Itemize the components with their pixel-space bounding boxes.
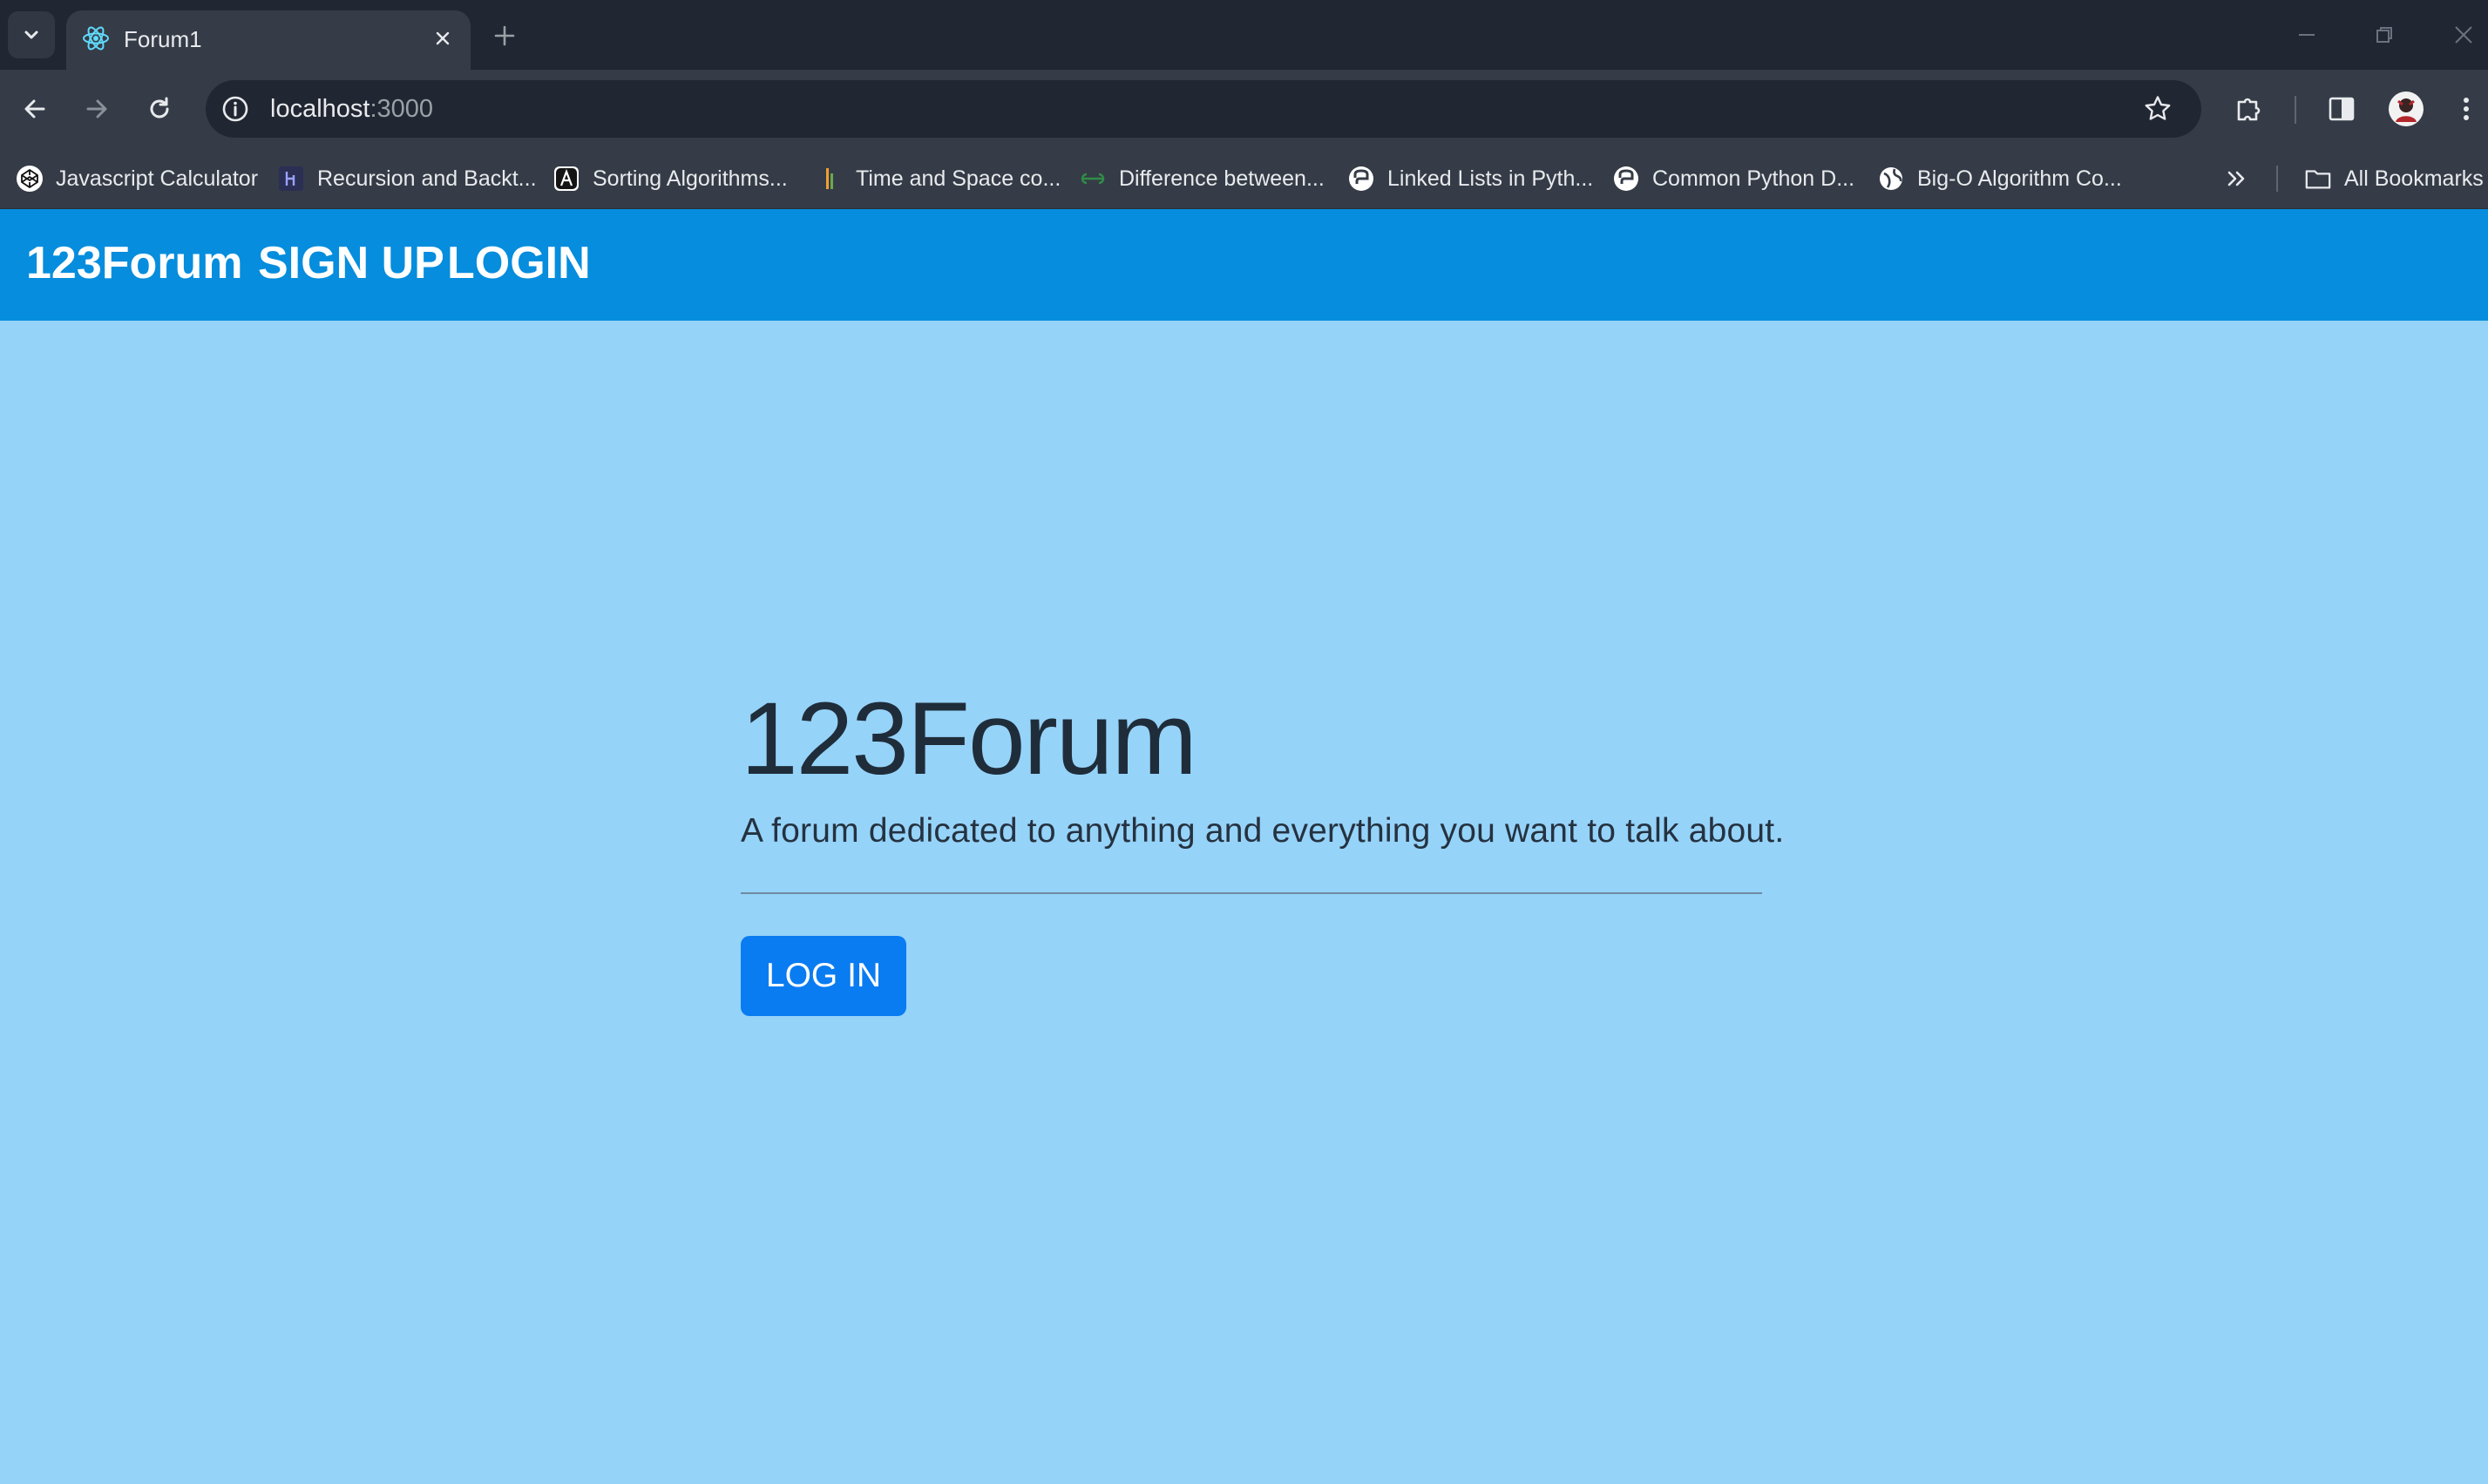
toolbar-divider [2295,96,2296,124]
codepen-icon [16,165,44,193]
browser-tabstrip: Forum1 [0,0,2488,70]
bookmark-recursion[interactable]: Recursion and Backt... [277,160,537,197]
close-icon [436,31,450,45]
forward-button[interactable] [75,87,119,131]
extensions-button[interactable] [2227,87,2271,131]
arrow-right-icon [86,99,107,119]
site-info-button[interactable] [218,91,253,126]
bookmarks-overflow-button[interactable] [2219,163,2254,194]
tab-title: Forum1 [124,26,202,52]
python-icon [1612,165,1640,193]
address-bar[interactable]: localhost:3000 [206,80,2201,138]
chevron-down-icon [24,30,38,39]
bookmark-label: Difference between... [1119,166,1325,191]
bookmark-label: Linked Lists in Pyth... [1387,166,1594,191]
bookmark-linked-lists[interactable]: Linked Lists in Pyth... [1347,160,1593,197]
tab-search-button[interactable] [8,11,55,58]
page-body: 123Forum A forum dedicated to anything a… [0,321,2488,1484]
new-tab-button[interactable] [486,17,523,54]
restore-button[interactable] [2365,16,2403,54]
hero-lead: A forum dedicated to anything and everyt… [741,811,1785,850]
arrow-left-icon [24,99,45,119]
reload-button[interactable] [138,87,181,131]
menu-button[interactable] [2444,87,2488,131]
bookmark-label: Javascript Calculator [56,166,259,191]
back-button[interactable] [13,87,57,131]
avatar [2389,91,2424,126]
minimize-button[interactable] [2288,16,2326,54]
bars-icon [816,165,844,193]
bookmark-sorting-algorithms[interactable]: Sorting Algorithms... [553,160,788,197]
bookmark-difference-between[interactable]: Difference between... [1079,160,1325,197]
bookmark-common-python[interactable]: Common Python D... [1612,160,1854,197]
all-bookmarks-label: All Bookmarks [2344,166,2484,191]
geeks-icon [1079,165,1107,193]
python-icon [1347,165,1375,193]
bookmark-javascript-calculator[interactable]: Javascript Calculator [16,160,258,197]
bookmark-label: Recursion and Backt... [317,166,537,191]
side-panel-button[interactable] [2320,87,2363,131]
app-navbar: 123Forum SIGN UP LOGIN [0,209,2488,321]
hackerrank-icon [277,165,305,193]
reload-icon [150,97,169,119]
bookmark-label: Big-O Algorithm Co... [1917,166,2122,191]
login-link[interactable]: LOGIN [447,237,591,289]
hero-divider [741,891,1762,894]
minimize-icon [2299,34,2315,36]
login-button[interactable]: LOG IN [741,935,906,1016]
bookmark-big-o[interactable]: Big-O Algorithm Co... [1877,160,2122,197]
bookmark-label: Common Python D... [1652,166,1855,191]
globe-icon [1877,165,1905,193]
signup-link[interactable]: SIGN UP [258,237,444,289]
more-vertical-icon [2464,98,2469,120]
url-host: localhost [270,95,370,123]
double-chevron-right-icon [2227,171,2245,186]
profile-button[interactable] [2384,87,2428,131]
url-text: localhost:3000 [270,95,433,124]
url-port: :3000 [369,95,434,123]
bookmarks-bar: Javascript Calculator Recursion and Back… [0,148,2488,209]
puzzle-icon [2237,98,2261,121]
folder-icon [2304,165,2332,193]
bookmark-time-space[interactable]: Time and Space co... [816,160,1061,197]
close-icon [2455,26,2472,44]
info-icon [222,96,248,122]
restore-icon [2376,27,2392,43]
side-panel-icon [2329,97,2355,121]
all-bookmarks-button[interactable]: All Bookmarks [2304,160,2484,197]
close-window-button[interactable] [2444,16,2483,54]
browser-toolbar: localhost:3000 [0,70,2488,148]
bookmark-label: Time and Space co... [856,166,1061,191]
hero-jumbotron: 123Forum A forum dedicated to anything a… [741,678,1785,1016]
bookmarks-divider [2276,166,2278,192]
star-icon [2145,96,2171,120]
tab-forum1[interactable]: Forum1 [66,10,471,70]
algo-icon [553,165,580,193]
plus-icon [494,25,515,46]
bookmark-star-button[interactable] [2140,91,2175,126]
tab-close-button[interactable] [427,23,458,54]
hero-title: 123Forum [741,681,1197,796]
bookmark-label: Sorting Algorithms... [593,166,788,191]
react-icon [83,26,109,51]
brand-link[interactable]: 123Forum [26,237,243,289]
